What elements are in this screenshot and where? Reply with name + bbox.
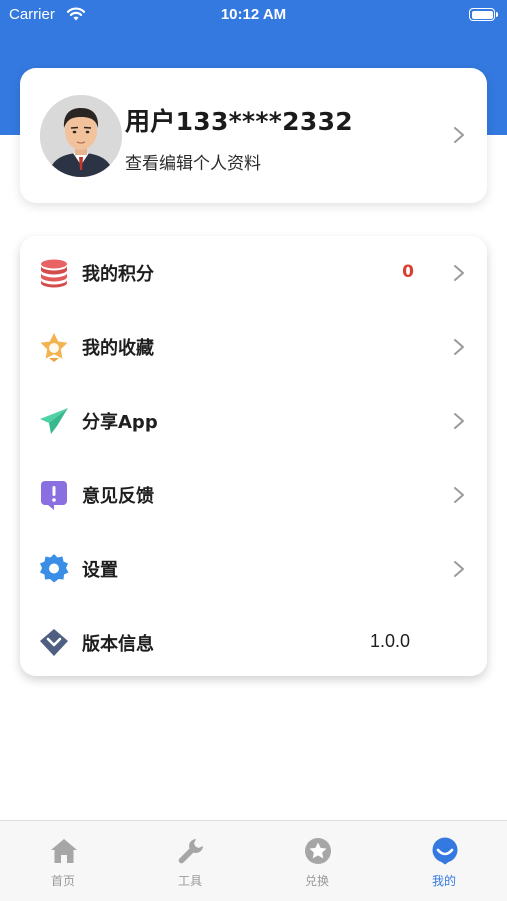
menu-label-version: 版本信息 — [82, 634, 154, 655]
username: 用户133****2332 — [125, 107, 353, 136]
tab-bar: 首页 工具 兑换 我的 — [0, 820, 507, 901]
wrench-icon — [177, 837, 205, 865]
points-value: 0 — [402, 262, 414, 282]
star-badge-icon — [38, 331, 70, 363]
gear-icon — [38, 553, 70, 585]
menu-card: 我的积分 0 我的收藏 分享App 意见反馈 设置 版本信息 1.0.0 — [20, 236, 487, 676]
chevron-right-icon — [454, 127, 464, 143]
edit-profile-link[interactable]: 查看编辑个人资料 — [125, 149, 261, 174]
exchange-star-icon — [304, 837, 332, 865]
tab-tools[interactable]: 工具 — [127, 821, 253, 901]
menu-label-settings: 设置 — [82, 560, 118, 581]
tab-mine[interactable]: 我的 — [381, 821, 507, 901]
tab-label-exchange: 兑换 — [304, 874, 329, 888]
menu-label-favorites: 我的收藏 — [82, 338, 154, 359]
menu-label-share: 分享App — [82, 412, 158, 433]
version-diamond-icon — [38, 627, 70, 659]
tab-exchange[interactable]: 兑换 — [254, 821, 380, 901]
menu-item-version[interactable]: 版本信息 1.0.0 — [20, 606, 487, 680]
menu-item-points[interactable]: 我的积分 0 — [20, 236, 487, 310]
menu-item-favorites[interactable]: 我的收藏 — [20, 310, 487, 384]
menu-item-share[interactable]: 分享App — [20, 384, 487, 458]
coins-stack-icon — [38, 257, 70, 289]
battery-icon — [469, 8, 498, 21]
feedback-icon — [38, 479, 70, 511]
chevron-right-icon — [454, 561, 464, 577]
tab-home[interactable]: 首页 — [0, 821, 126, 901]
profile-card[interactable]: 用户133****2332 查看编辑个人资料 — [20, 68, 487, 203]
home-icon — [50, 837, 78, 865]
tab-label-home: 首页 — [50, 874, 75, 888]
version-value: 1.0.0 — [369, 631, 410, 651]
status-time: 10:12 AM — [220, 6, 287, 23]
status-bar: Carrier 10:12 AM — [0, 0, 507, 30]
avatar-icon — [40, 95, 122, 177]
chevron-right-icon — [454, 487, 464, 503]
chevron-right-icon — [454, 413, 464, 429]
paper-plane-icon — [38, 405, 70, 437]
menu-label-points: 我的积分 — [82, 264, 154, 285]
menu-item-settings[interactable]: 设置 — [20, 532, 487, 606]
avatar[interactable] — [40, 95, 122, 177]
tab-label-mine: 我的 — [431, 874, 456, 888]
menu-item-feedback[interactable]: 意见反馈 — [20, 458, 487, 532]
tab-label-tools: 工具 — [177, 874, 202, 888]
chevron-right-icon — [454, 339, 464, 355]
chevron-right-icon — [454, 265, 464, 281]
menu-label-feedback: 意见反馈 — [82, 486, 154, 507]
profile-icon — [431, 837, 459, 865]
